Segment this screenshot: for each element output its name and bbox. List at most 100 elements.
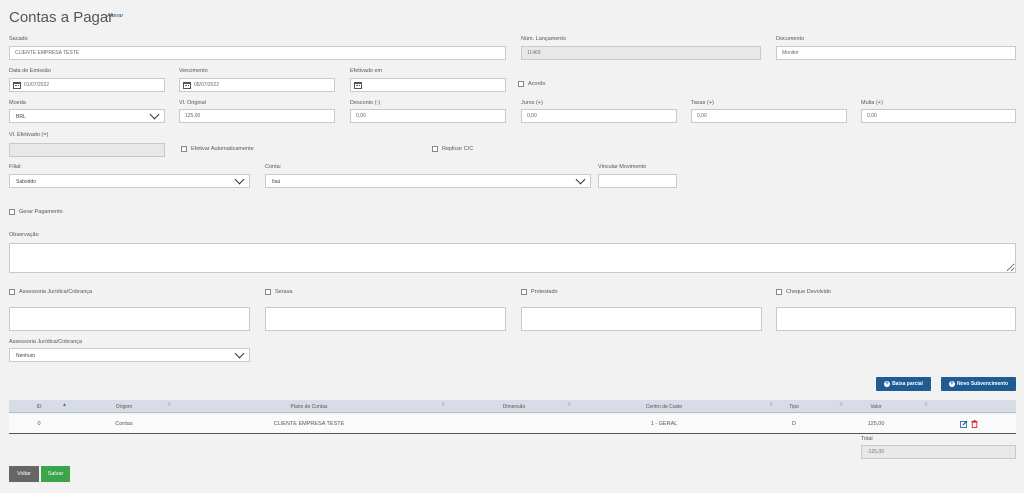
cell-plano: CLIENTE EMPRESA TESTE (273, 421, 345, 427)
conta-select[interactable]: Itaú (265, 174, 591, 188)
efetivado-em-input[interactable] (350, 78, 506, 92)
table-header: ID ▲ Origem ⇵ Plano de Contas ⇵ Dimensão… (9, 400, 1016, 413)
vincular-label: Vincular Movimento (598, 164, 647, 170)
th-dimensao[interactable]: Dimensão (489, 404, 539, 410)
calendar-icon[interactable] (183, 82, 191, 89)
edit-link[interactable]: Alterar (107, 13, 123, 19)
gerar-pagamento-label: Gerar Pagamento (19, 209, 63, 215)
cell-id: 0 (37, 421, 41, 427)
gerar-pagamento-row[interactable]: Gerar Pagamento (9, 209, 63, 215)
edit-icon[interactable] (960, 420, 968, 428)
acordo-checkbox[interactable] (518, 81, 524, 87)
data-emissao-value: 01/07/2022 (24, 82, 50, 88)
desconto-label: Desconto (-) (350, 100, 381, 106)
baixa-parcial-button[interactable]: + Baixa parcial (876, 377, 931, 391)
vl-efetivado-label: Vl. Efetivado (=) (9, 132, 49, 138)
cell-tipo: D (792, 421, 796, 427)
th-centro[interactable]: Centro de Custo (629, 404, 699, 410)
efetivar-auto-checkbox[interactable] (181, 146, 187, 152)
efetivado-em-label: Efetivado em (350, 68, 383, 74)
protestado-box[interactable] (521, 307, 762, 331)
cell-centro: 1 - GERAL (650, 421, 678, 427)
sacado-input[interactable]: CLIENTE EMPRESA TESTE (9, 46, 506, 60)
plus-circle-icon: + (884, 381, 891, 387)
protestado-check-label: Protestado (531, 289, 558, 295)
chevron-down-icon (149, 109, 160, 120)
cell-origem: Contas (115, 421, 133, 427)
taxas-label: Taxas (+) (691, 100, 714, 106)
check-protestado-row[interactable]: Protestado (521, 289, 558, 295)
efetivar-auto-row[interactable]: Efetivar Automaticamente (181, 146, 254, 152)
num-lancamento-label: Núm. Lançamento (521, 36, 566, 42)
vl-original-input[interactable]: 125,00 (179, 109, 335, 123)
multa-input[interactable]: 0,00 (861, 109, 1016, 123)
th-tipo[interactable]: Tipo (779, 404, 809, 410)
check-serasa-row[interactable]: Serasa (265, 289, 292, 295)
sort-icon[interactable]: ⇵ (769, 403, 773, 410)
assessoria-select[interactable]: Nenhum (9, 348, 250, 362)
chevron-down-icon (575, 174, 586, 185)
assessoria-box[interactable] (9, 307, 250, 331)
filial-select[interactable]: Saboddo (9, 174, 250, 188)
taxas-input[interactable]: 0,00 (691, 109, 847, 123)
serasa-box[interactable] (265, 307, 506, 331)
sort-icon[interactable]: ⇵ (167, 403, 171, 410)
replicar-cc-row[interactable]: Replicar C/C (432, 146, 473, 152)
plus-circle-icon: + (948, 381, 955, 387)
total-input: -125,00 (861, 445, 1016, 459)
assessoria-label: Assessoria Jurídica/Cobrança (9, 339, 83, 345)
th-origem[interactable]: Origem (99, 404, 149, 410)
cheque-check-label: Cheque Devolvido (786, 289, 831, 295)
sort-icon[interactable]: ⇵ (567, 403, 571, 410)
sort-icon[interactable]: ⇵ (441, 403, 445, 410)
vincular-input[interactable] (598, 174, 677, 188)
check-cheque-row[interactable]: Cheque Devolvido (776, 289, 831, 295)
th-id[interactable]: ID (29, 404, 49, 410)
desconto-input[interactable]: 0,00 (350, 109, 506, 123)
acordo-checkbox-row[interactable]: Acordo (518, 81, 545, 87)
sacado-label: Sacado (9, 36, 28, 42)
sort-icon[interactable]: ⇵ (924, 403, 928, 410)
cheque-devolvido-checkbox[interactable] (776, 289, 782, 295)
documento-label: Documento (776, 36, 805, 42)
novo-subvencimento-button[interactable]: + Novo Subvencimento (941, 377, 1016, 391)
sort-icon[interactable]: ⇵ (839, 403, 843, 410)
vencimento-input[interactable]: 05/07/2022 (179, 78, 335, 92)
serasa-checkbox[interactable] (265, 289, 271, 295)
observacao-textarea[interactable] (9, 243, 1016, 273)
trash-icon[interactable] (971, 420, 978, 428)
multa-label: Multa (+) (861, 100, 883, 106)
assessoria-checkbox[interactable] (9, 289, 15, 295)
filial-label: Filial: (9, 164, 22, 170)
data-emissao-input[interactable]: 01/07/2022 (9, 78, 165, 92)
check-assessoria-row[interactable]: Assessoria Jurídica/Cobrança (9, 289, 92, 295)
cheque-box[interactable] (776, 307, 1016, 331)
documento-input[interactable]: Monitor (776, 46, 1016, 60)
table-row: 0 Contas CLIENTE EMPRESA TESTE 1 - GERAL… (9, 414, 1016, 434)
assessoria-value: Nenhum (16, 353, 35, 359)
total-label: Total (861, 436, 873, 442)
chevron-down-icon (234, 174, 245, 185)
juros-input[interactable]: 0,00 (521, 109, 677, 123)
num-lancamento-input: 11469 (521, 46, 761, 60)
moeda-select[interactable]: BRL (9, 109, 165, 123)
sort-up-icon[interactable]: ▲ (62, 403, 67, 410)
vencimento-value: 05/07/2022 (194, 82, 220, 88)
protestado-checkbox[interactable] (521, 289, 527, 295)
th-plano[interactable]: Plano de Contas (269, 404, 349, 410)
juros-label: Juros (+) (521, 100, 543, 106)
assessoria-check-label: Assessoria Jurídica/Cobrança (19, 289, 93, 295)
observacao-label: Observação (9, 232, 39, 238)
gerar-pagamento-checkbox[interactable] (9, 209, 15, 215)
conta-value: Itaú (272, 179, 281, 185)
acordo-label: Acordo (528, 81, 546, 87)
calendar-icon[interactable] (354, 82, 362, 89)
salvar-button[interactable]: Salvar (41, 466, 70, 482)
chevron-down-icon (234, 348, 245, 359)
calendar-icon[interactable] (13, 82, 21, 89)
replicar-cc-checkbox[interactable] (432, 146, 438, 152)
voltar-button[interactable]: Voltar (9, 466, 39, 482)
th-valor[interactable]: Valor (861, 404, 891, 410)
serasa-check-label: Serasa (275, 289, 293, 295)
efetivar-auto-label: Efetivar Automaticamente (191, 146, 254, 152)
